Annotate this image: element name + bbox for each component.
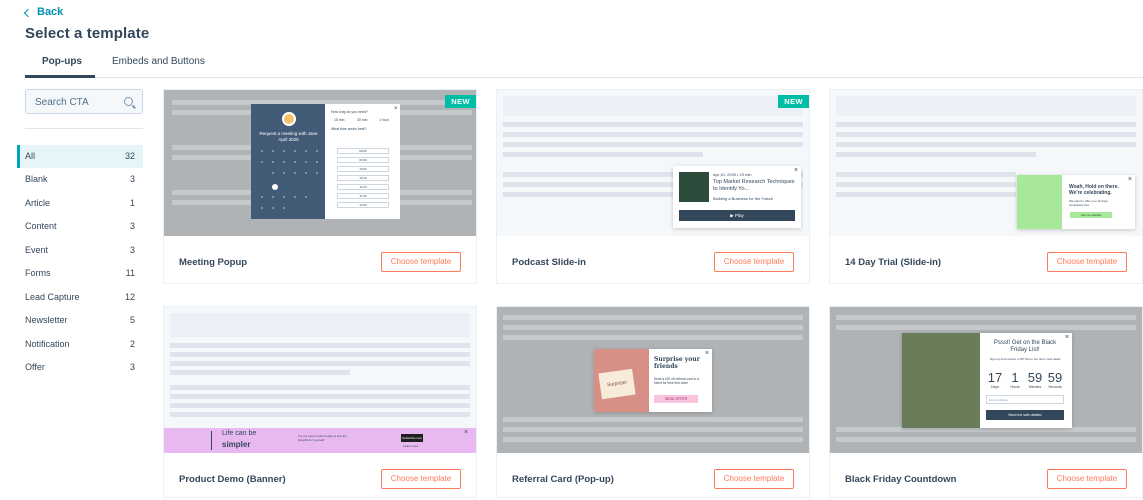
template-preview: Life can be simpler Try our new product … (164, 307, 476, 453)
back-label: Back (37, 6, 64, 18)
template-name: Meeting Popup (179, 257, 248, 268)
category-offer[interactable]: Offer 3 (17, 356, 143, 379)
storefront-image (902, 333, 980, 428)
page-title: Select a template (25, 25, 150, 42)
template-preview: × Apr 10, 2025 • 23 min Top Market Resea… (497, 90, 809, 236)
category-forms[interactable]: Forms 11 (17, 262, 143, 285)
close-icon: × (394, 106, 398, 112)
template-name: Referral Card (Pop-up) (512, 474, 614, 485)
new-badge: NEW (445, 95, 476, 108)
category-count: 11 (125, 268, 135, 278)
choose-template-button[interactable]: Choose template (714, 252, 794, 272)
choose-template-button[interactable]: Choose template (1047, 469, 1127, 489)
laptop-illustration (1017, 175, 1062, 229)
new-badge: NEW (778, 95, 809, 108)
countdown-minutes: 59 (1027, 370, 1043, 385)
category-label: Lead Capture (25, 292, 80, 302)
meeting-request-text: Request a meeting with Jane (259, 131, 318, 136)
category-newsletter[interactable]: Newsletter 5 (17, 309, 143, 332)
category-count: 32 (124, 151, 135, 161)
template-preview: Request a meeting with Jane April 2025 ×… (164, 90, 476, 236)
close-icon: × (704, 350, 709, 357)
category-count: 3 (129, 221, 135, 231)
tab-popups[interactable]: Pop-ups (42, 56, 82, 67)
meeting-times-panel: × How long do you need? 15 min 30 min 1 … (325, 104, 400, 219)
category-label: All (25, 151, 36, 161)
play-button: ▶ Play (679, 210, 795, 221)
search-input[interactable]: Search CTA (25, 89, 143, 114)
black-friday-popup-preview: × Pssst! Get on the Black Friday List! S… (902, 333, 1072, 428)
template-name: Product Demo (Banner) (179, 474, 286, 485)
category-count: 3 (129, 174, 135, 184)
choose-template-button[interactable]: Choose template (714, 469, 794, 489)
chevron-left-icon (23, 8, 33, 17)
template-card-14-day-trial[interactable]: × Woah, Hold on there. We're celebrating… (829, 89, 1143, 284)
countdown-hours: 1 (1011, 370, 1019, 385)
category-label: Newsletter (25, 315, 68, 325)
tab-bar: Pop-ups Embeds and Buttons (25, 51, 1143, 78)
search-placeholder: Search CTA (35, 97, 89, 108)
category-article[interactable]: Article 1 (17, 192, 143, 215)
close-icon: × (464, 429, 469, 436)
category-label: Article (25, 198, 51, 208)
category-label: Content (25, 221, 57, 231)
template-card-product-demo-banner[interactable]: Life can be simpler Try our new product … (163, 306, 477, 498)
email-field-preview: Email address (986, 395, 1064, 404)
podcast-thumbnail (679, 172, 709, 202)
category-event[interactable]: Event 3 (17, 239, 143, 262)
category-count: 5 (129, 315, 135, 325)
template-preview: × Pssst! Get on the Black Friday List! S… (830, 307, 1142, 453)
countdown-days: 17 (987, 370, 1003, 385)
back-link[interactable]: Back (23, 6, 64, 18)
category-content[interactable]: Content 3 (17, 215, 143, 238)
category-all[interactable]: All 32 (17, 145, 143, 168)
category-label: Notification (25, 339, 70, 349)
close-icon: × (1127, 176, 1132, 183)
template-card-podcast-slide-in[interactable]: × Apr 10, 2025 • 23 min Top Market Resea… (496, 89, 810, 284)
choose-template-button[interactable]: Choose template (381, 252, 461, 272)
choose-template-button[interactable]: Choose template (381, 469, 461, 489)
category-count: 12 (124, 292, 135, 302)
podcast-slide-in-preview: × Apr 10, 2025 • 23 min Top Market Resea… (673, 166, 801, 228)
meeting-calendar-panel: Request a meeting with Jane April 2025 (251, 104, 326, 219)
template-preview: Surprise! × Surprise your friends Send a… (497, 307, 809, 453)
category-label: Blank (25, 174, 48, 184)
trial-cta: Get me started (1070, 212, 1112, 218)
referral-popup-preview: Surprise! × Surprise your friends Send a… (594, 349, 712, 412)
choose-template-button[interactable]: Choose template (1047, 252, 1127, 272)
category-label: Forms (25, 268, 51, 278)
template-card-black-friday-countdown[interactable]: × Pssst! Get on the Black Friday List! S… (829, 306, 1143, 498)
close-icon: × (1064, 334, 1069, 341)
divider (25, 128, 143, 129)
template-name: Black Friday Countdown (845, 474, 957, 485)
category-count: 3 (129, 245, 135, 255)
time-question: What time works best? (331, 127, 367, 131)
category-blank[interactable]: Blank 3 (17, 168, 143, 191)
active-tab-indicator (25, 75, 95, 78)
template-preview: × Woah, Hold on there. We're celebrating… (830, 90, 1142, 236)
template-name: Podcast Slide-in (512, 257, 586, 268)
meeting-month: April 2025 (278, 137, 299, 142)
category-label: Offer (25, 362, 45, 372)
category-count: 1 (129, 198, 135, 208)
category-lead-capture[interactable]: Lead Capture 12 (17, 286, 143, 309)
avatar (282, 112, 296, 126)
trial-slide-in-preview: × Woah, Hold on there. We're celebrating… (1017, 175, 1135, 229)
tab-embeds-and-buttons[interactable]: Embeds and Buttons (112, 56, 205, 67)
category-count: 2 (129, 339, 135, 349)
promo-banner-preview: Life can be simpler Try our new product … (164, 428, 476, 453)
duration-question: How long do you need? (331, 110, 368, 114)
close-icon: × (793, 167, 798, 174)
category-label: Event (25, 245, 49, 255)
send-sale-details-button: Send me sale details! (986, 410, 1064, 420)
category-count: 3 (129, 362, 135, 372)
template-name: 14 Day Trial (Slide-in) (845, 257, 942, 268)
send-offer-button: SEND OFFER (654, 395, 698, 403)
category-notification[interactable]: Notification 2 (17, 333, 143, 356)
countdown-seconds: 59 (1047, 370, 1063, 385)
search-icon (124, 97, 133, 106)
template-card-referral-card[interactable]: Surprise! × Surprise your friends Send a… (496, 306, 810, 498)
template-card-meeting-popup[interactable]: Request a meeting with Jane April 2025 ×… (163, 89, 477, 284)
gift-card-image: Surprise! (594, 349, 649, 412)
